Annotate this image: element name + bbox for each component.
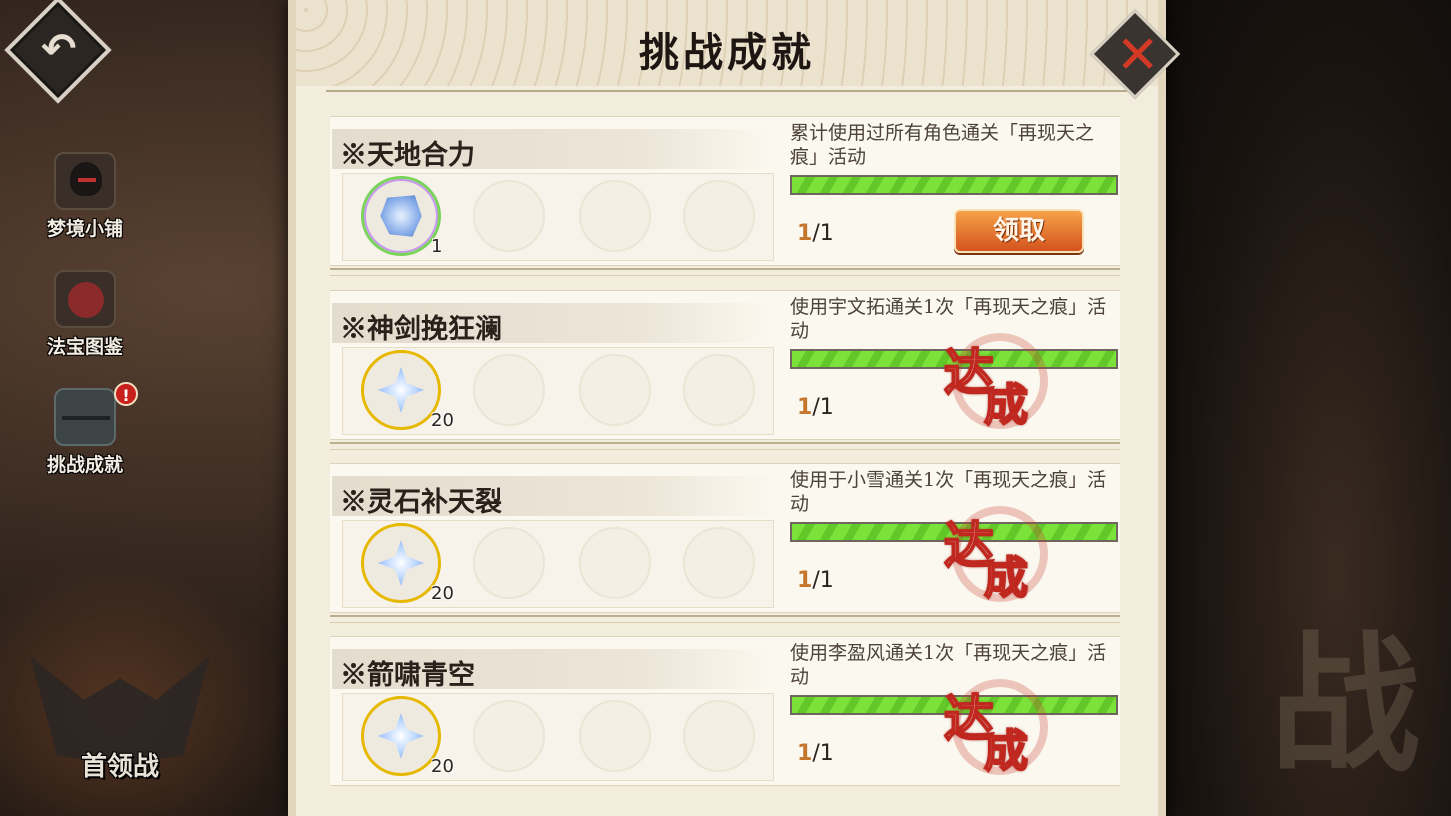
star-crystal-icon[interactable]: [361, 696, 441, 776]
reward-box: 1: [342, 173, 774, 261]
task-divider: [330, 268, 1120, 276]
reward-count: 20: [431, 756, 454, 777]
task-divider: [330, 442, 1120, 450]
reward-box: 20: [342, 347, 774, 435]
blue-crystal-icon[interactable]: [361, 176, 441, 256]
reward-count: 20: [431, 410, 454, 431]
task-row: ※箭啸青空 20 使用李盈风通关1次「再现天之痕」活动 1/1 达 成: [330, 636, 1120, 786]
progress-total: /1: [812, 741, 834, 766]
side-menu-dream-shop[interactable]: 梦境小铺: [30, 152, 140, 241]
progress-current: 1: [797, 741, 813, 766]
side-menu-challenge-achievements[interactable]: ! 挑战成就: [30, 382, 140, 477]
progress-text: 1/1: [797, 568, 834, 593]
treasure-book-icon: [54, 270, 116, 328]
task-row: ※灵石补天裂 20 使用于小雪通关1次「再现天之痕」活动 1/1 达 成: [330, 463, 1120, 613]
header-divider: [326, 90, 1136, 92]
empty-reward-slot: [579, 700, 651, 772]
boss-battle-button[interactable]: 首领战: [30, 650, 210, 800]
boss-battle-label: 首领战: [80, 752, 159, 782]
reward-box: 20: [342, 520, 774, 608]
empty-reward-slot: [473, 354, 545, 426]
progress-text: 1/1: [797, 741, 834, 766]
side-menu-treasure-book[interactable]: 法宝图鉴: [30, 270, 140, 359]
completed-stamp: 达 成: [942, 671, 1052, 781]
stamp-char: 成: [983, 725, 1029, 778]
reward-count: 20: [431, 583, 454, 604]
chest-icon: [54, 388, 116, 446]
progress-total: /1: [812, 568, 834, 593]
task-name: ※箭啸青空: [340, 660, 475, 691]
progress-current: 1: [797, 395, 813, 420]
empty-reward-slot: [579, 527, 651, 599]
stamp-char: 成: [983, 552, 1029, 605]
empty-reward-slot: [683, 700, 755, 772]
empty-reward-slot: [683, 180, 755, 252]
reward-count: 1: [431, 236, 443, 257]
empty-reward-slot: [579, 354, 651, 426]
cat-merchant-icon: [54, 152, 116, 210]
progress-fill: [792, 177, 1116, 193]
empty-reward-slot: [683, 354, 755, 426]
task-description: 累计使用过所有角色通关「再现天之痕」活动: [790, 122, 1095, 168]
progress-current: 1: [797, 221, 813, 246]
notification-badge: !: [114, 382, 138, 406]
progress-bar: [790, 175, 1118, 195]
panel-title: 挑战成就: [639, 29, 815, 76]
reward-box: 20: [342, 693, 774, 781]
background-war-glyph: 战: [1270, 617, 1421, 793]
back-button[interactable]: ↶: [4, 0, 112, 104]
empty-reward-slot: [473, 527, 545, 599]
task-divider: [330, 615, 1120, 623]
empty-reward-slot: [683, 527, 755, 599]
empty-reward-slot: [473, 700, 545, 772]
star-crystal-icon[interactable]: [361, 523, 441, 603]
empty-reward-slot: [473, 180, 545, 252]
completed-stamp: 达 成: [942, 498, 1052, 608]
star-crystal-icon[interactable]: [361, 350, 441, 430]
claim-button[interactable]: 领取: [954, 209, 1084, 253]
close-icon: ✕: [1115, 25, 1160, 86]
progress-total: /1: [812, 395, 834, 420]
progress-current: 1: [797, 568, 813, 593]
side-menu-label: 挑战成就: [46, 454, 123, 476]
side-menu-label: 法宝图鉴: [46, 336, 123, 358]
stamp-char: 成: [983, 379, 1029, 432]
back-arrow-icon: ↶: [41, 24, 77, 74]
progress-text: 1/1: [797, 221, 834, 246]
panel-header: 挑战成就: [296, 0, 1158, 86]
completed-stamp: 达 成: [942, 325, 1052, 435]
task-name: ※天地合力: [340, 140, 475, 171]
empty-reward-slot: [579, 180, 651, 252]
progress-total: /1: [812, 221, 834, 246]
side-menu-label: 梦境小铺: [46, 218, 123, 240]
task-name: ※灵石补天裂: [340, 487, 502, 518]
task-name: ※神剑挽狂澜: [340, 314, 502, 345]
task-row: ※神剑挽狂澜 20 使用宇文拓通关1次「再现天之痕」活动 1/1 达 成: [330, 290, 1120, 440]
task-row: ※天地合力 1 累计使用过所有角色通关「再现天之痕」活动 1/1 领取: [330, 116, 1120, 266]
progress-text: 1/1: [797, 395, 834, 420]
